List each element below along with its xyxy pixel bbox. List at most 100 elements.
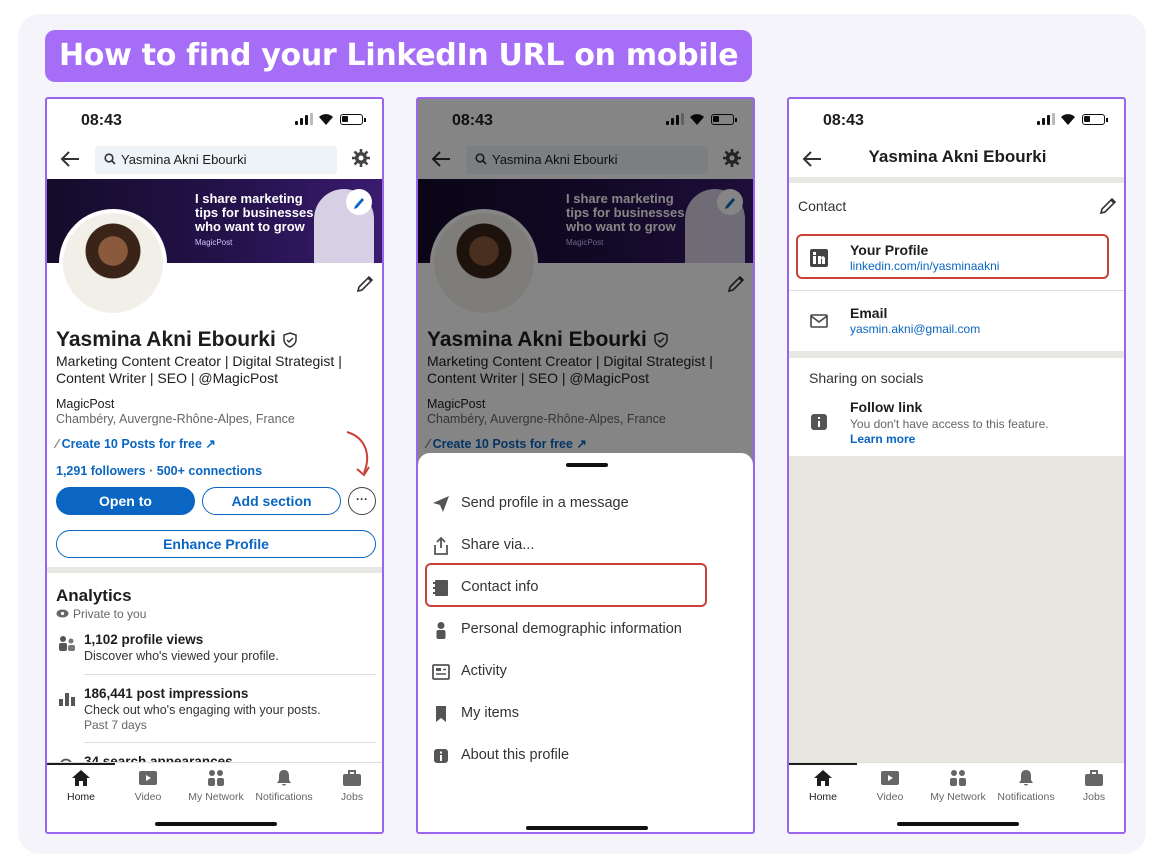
nav-notifications-label: Notifications — [997, 791, 1055, 803]
open-to-button[interactable]: Open to — [56, 487, 195, 515]
back-arrow-icon[interactable] — [59, 149, 81, 169]
gear-icon[interactable] — [351, 147, 371, 169]
analytics-title: Analytics — [56, 586, 132, 605]
nav-my-network[interactable]: My Network — [182, 769, 250, 803]
profile-headline: Marketing Content Creator | Digital Stra… — [56, 353, 342, 386]
profile-company: MagicPost — [56, 397, 115, 411]
create-posts-text: Create 10 Posts for free — [61, 437, 202, 451]
email-label: Email — [850, 305, 888, 321]
mail-icon — [810, 314, 828, 328]
bottom-sheet-menu: Send profile in a message Share via... C… — [418, 453, 753, 832]
sheet-grab-handle[interactable] — [566, 463, 608, 467]
nav-home-label: Home — [66, 791, 95, 803]
nav-my-network[interactable]: My Network — [924, 769, 992, 803]
signal-icon — [1037, 113, 1055, 125]
followers-count: 1,291 followers — [56, 464, 146, 478]
menu-send-profile[interactable]: Send profile in a message — [418, 483, 753, 525]
edit-banner-button[interactable] — [346, 189, 372, 215]
search-icon — [104, 153, 116, 165]
network-icon — [950, 770, 966, 786]
active-tab-indicator — [47, 763, 115, 765]
nav-notifications[interactable]: Notifications — [250, 769, 318, 803]
menu-about-profile-label: About this profile — [461, 747, 570, 763]
phone-more-menu: 08:43 Yasmina Akni Ebourki I share marke… — [416, 97, 755, 834]
share-icon — [434, 537, 448, 555]
add-section-button[interactable]: Add section — [202, 487, 341, 515]
status-time: 08:43 — [81, 112, 122, 129]
pencil-icon[interactable] — [355, 274, 375, 294]
search-input[interactable]: Yasmina Akni Ebourki — [95, 146, 337, 174]
home-indicator — [897, 822, 1019, 826]
active-tab-indicator — [789, 763, 857, 765]
nav-home-label: Home — [808, 791, 837, 803]
video-icon — [139, 771, 157, 785]
annotation-arrow-icon — [346, 431, 370, 477]
menu-my-items-label: My items — [461, 705, 519, 721]
more-options-button[interactable]: ··· — [348, 487, 376, 515]
nav-video[interactable]: Video — [856, 769, 924, 803]
wifi-icon — [1061, 114, 1075, 125]
menu-about-profile[interactable]: About this profile — [418, 735, 753, 777]
nav-jobs[interactable]: Jobs — [1060, 769, 1124, 803]
bottom-nav: Home Video My Network Notifications Jobs — [789, 762, 1124, 832]
section-divider — [789, 351, 1124, 358]
analytics-private-label: Private to you — [73, 607, 147, 621]
bell-icon — [277, 770, 291, 786]
info-icon — [434, 749, 448, 763]
nav-video[interactable]: Video — [114, 769, 182, 803]
nav-home[interactable]: Home — [789, 769, 857, 803]
contact-page-title: Yasmina Akni Ebourki — [868, 147, 1047, 166]
create-posts-link[interactable]: ⁄ Create 10 Posts for free ↗ — [56, 436, 216, 451]
nav-home[interactable]: Home — [47, 769, 115, 803]
bookmark-icon — [436, 706, 446, 722]
menu-demographic-info[interactable]: Personal demographic information — [418, 609, 753, 651]
separator-dot: · — [149, 464, 154, 478]
info-icon — [811, 414, 827, 430]
pencil-icon[interactable] — [1098, 196, 1118, 216]
email-link[interactable]: yasmin.akni@gmail.com — [850, 322, 980, 336]
contact-email-row[interactable]: Email yasmin.akni@gmail.com — [789, 295, 1124, 351]
video-icon — [881, 771, 899, 785]
banner-tagline: I share marketing tips for businesses wh… — [195, 191, 314, 234]
nav-my-network-label: My Network — [930, 791, 986, 803]
home-icon — [72, 770, 90, 786]
status-time: 08:43 — [823, 112, 864, 129]
status-bar: 08:43 — [789, 99, 1124, 139]
follow-link-title: Follow link — [850, 399, 923, 415]
sharing-section-title: Sharing on socials — [809, 370, 924, 386]
nav-notifications-label: Notifications — [255, 791, 313, 803]
contact-section-title: Contact — [798, 198, 847, 214]
search-query: Yasmina Akni Ebourki — [121, 152, 247, 167]
learn-more-link[interactable]: Learn more — [850, 432, 915, 446]
nav-notifications[interactable]: Notifications — [992, 769, 1060, 803]
profile-views-desc: Discover who's viewed your profile. — [84, 649, 279, 663]
battery-icon — [340, 114, 366, 125]
eye-icon — [56, 609, 69, 618]
menu-send-profile-label: Send profile in a message — [461, 495, 629, 511]
avatar[interactable] — [59, 209, 167, 317]
row-divider — [84, 742, 376, 743]
menu-activity[interactable]: Activity — [418, 651, 753, 693]
menu-my-items[interactable]: My items — [418, 693, 753, 735]
enhance-profile-button[interactable]: Enhance Profile — [56, 530, 376, 558]
menu-share-via[interactable]: Share via... — [418, 525, 753, 567]
section-divider — [789, 177, 1124, 183]
bottom-nav: Home Video My Network Notifications Jobs — [47, 762, 382, 832]
menu-activity-label: Activity — [461, 663, 507, 679]
profile-location: Chambéry, Auvergne-Rhône-Alpes, France — [56, 412, 295, 426]
post-impressions-desc: Check out who's engaging with your posts… — [84, 703, 321, 717]
external-link-icon: ↗ — [205, 437, 216, 451]
send-icon — [433, 496, 449, 512]
nav-video-label: Video — [876, 791, 904, 803]
nav-jobs-label: Jobs — [1082, 791, 1106, 803]
follow-link-row[interactable]: Follow link You don't have access to thi… — [789, 392, 1124, 452]
activity-icon — [432, 664, 450, 680]
signal-icon — [295, 113, 313, 125]
magic-wand-icon: ⁄ — [56, 437, 59, 451]
profile-name-text: Yasmina Akni Ebourki — [56, 328, 276, 351]
contact-info-highlight — [425, 563, 707, 607]
profile-url-highlight — [796, 234, 1109, 279]
nav-jobs-label: Jobs — [340, 791, 364, 803]
follow-stats[interactable]: 1,291 followers · 500+ connections — [56, 464, 262, 478]
nav-jobs[interactable]: Jobs — [318, 769, 382, 803]
